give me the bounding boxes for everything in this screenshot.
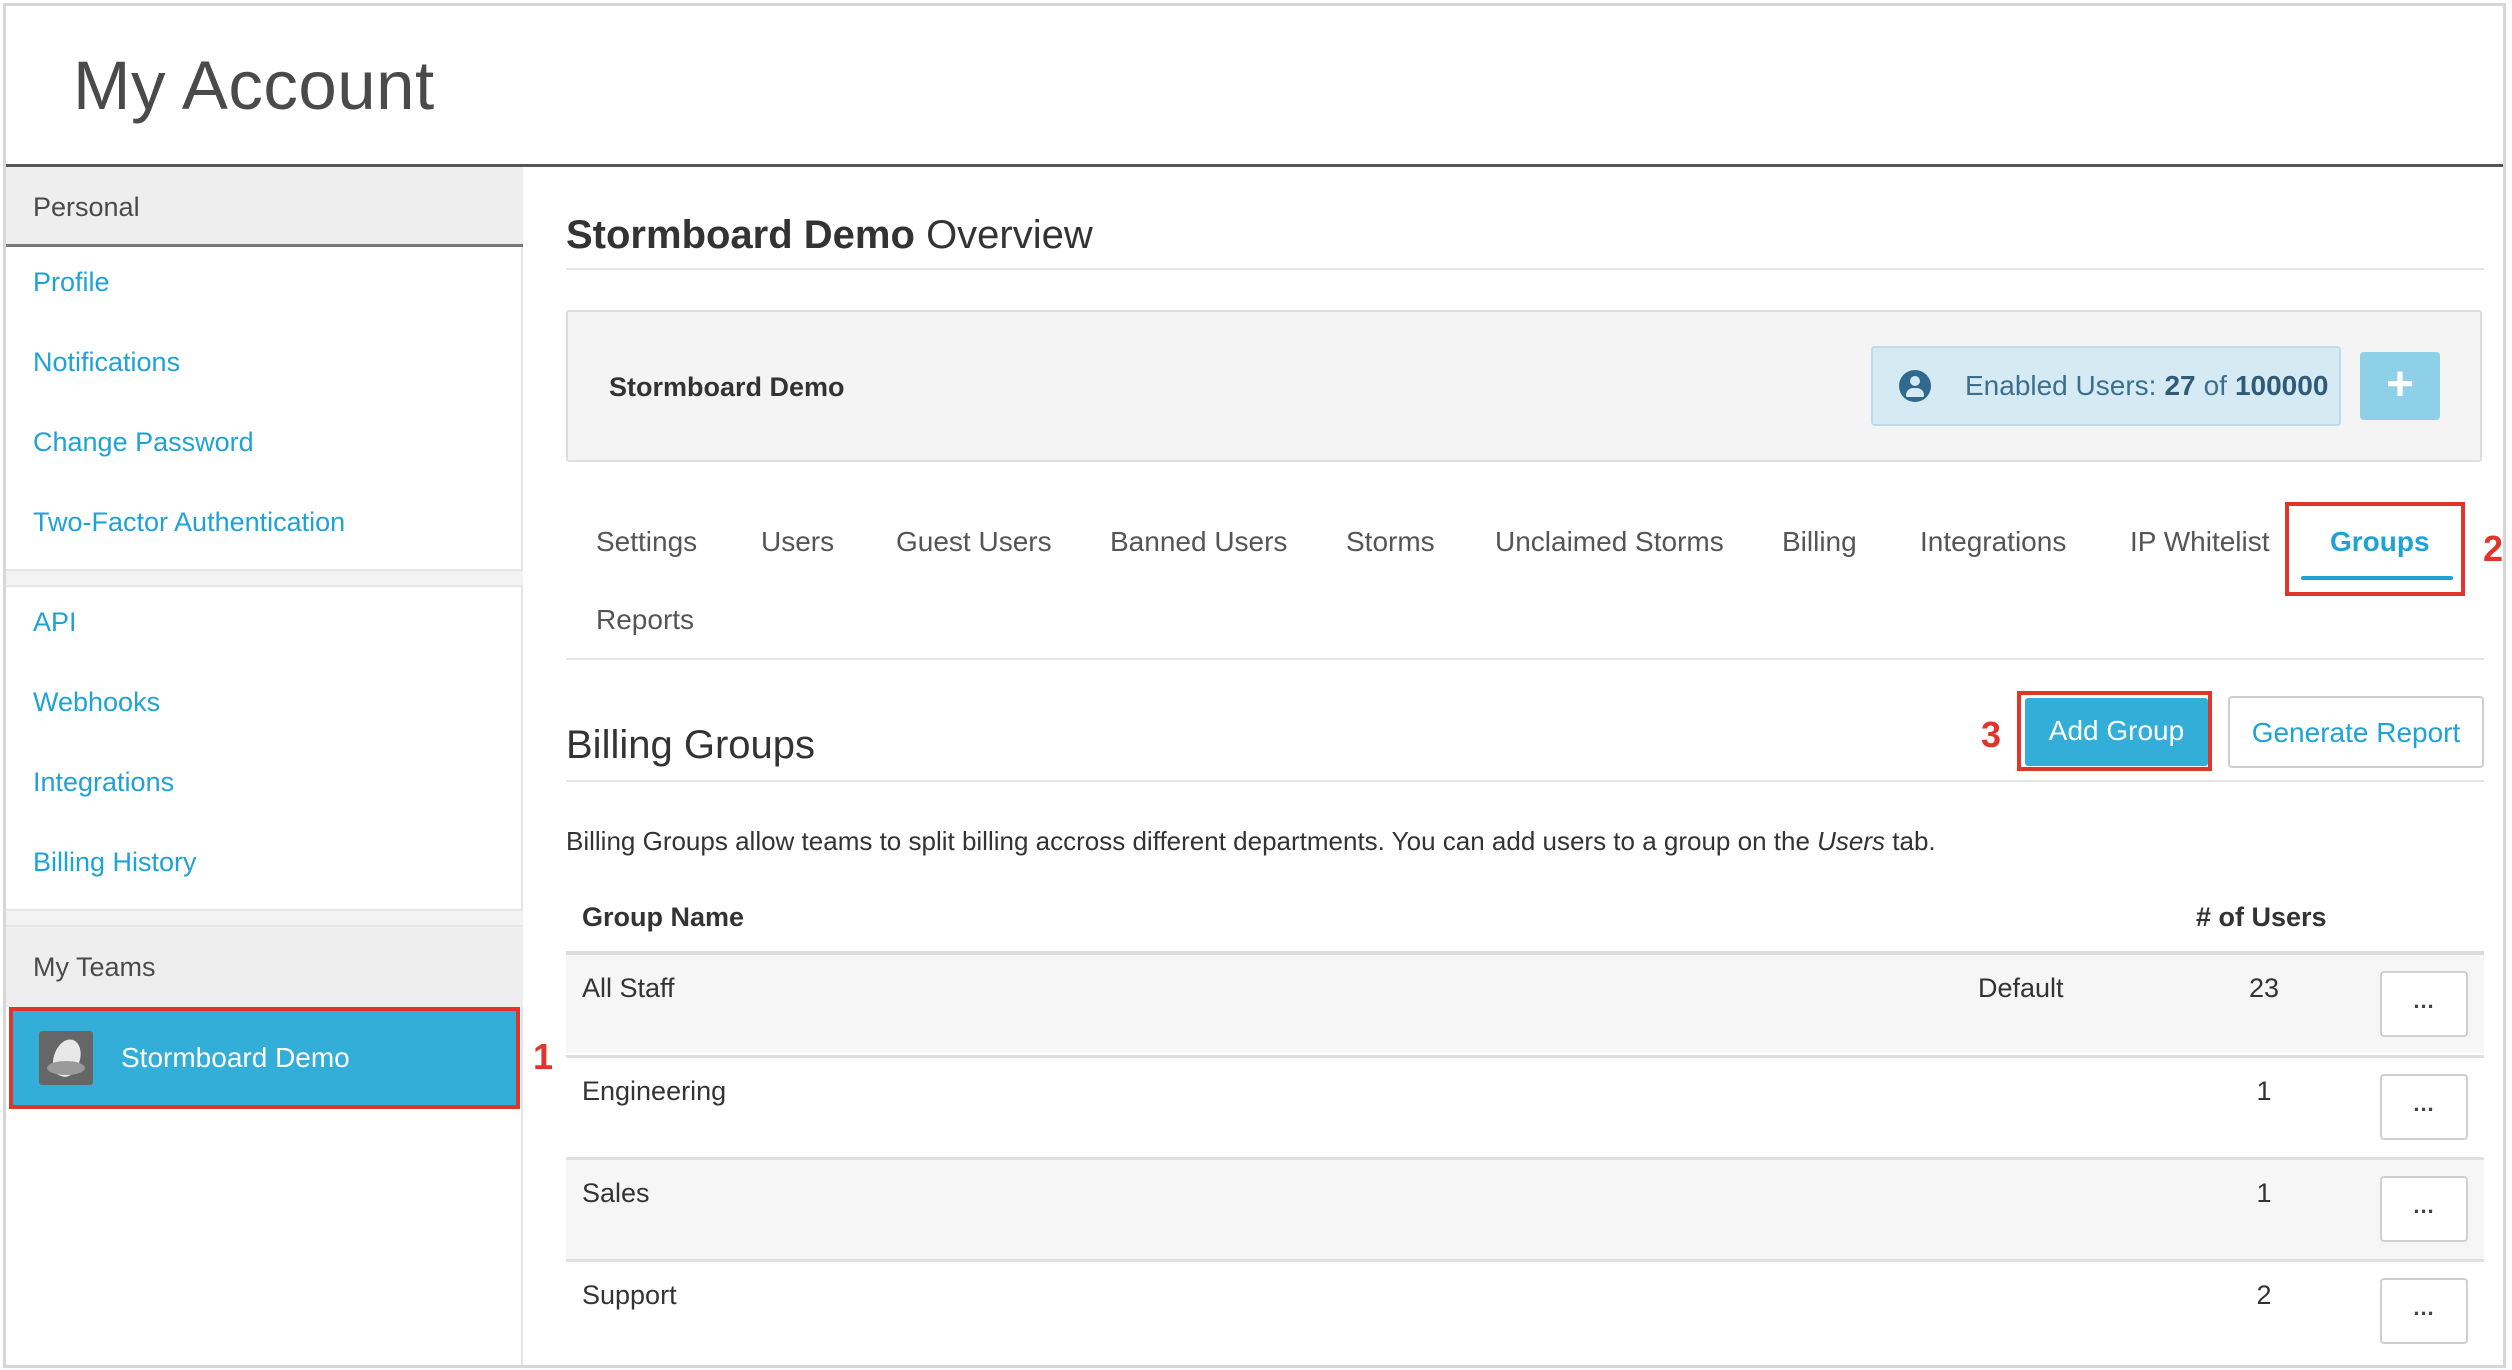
- enabled-users-of: of: [2203, 370, 2227, 401]
- row-actions-button[interactable]: ...: [2380, 971, 2468, 1037]
- tab-settings[interactable]: Settings: [596, 526, 697, 558]
- sidebar-item-integrations[interactable]: Integrations: [33, 767, 174, 798]
- sidebar-item-two-factor[interactable]: Two-Factor Authentication: [33, 507, 345, 538]
- sidebar-item-webhooks[interactable]: Webhooks: [33, 687, 160, 718]
- overview-title-suffix: Overview: [926, 213, 1093, 257]
- description-text-end: tab.: [1885, 826, 1936, 856]
- overview-title: Stormboard Demo Overview: [566, 213, 1093, 258]
- column-header-group-name: Group Name: [582, 902, 745, 932]
- enabled-users-count: 27: [2164, 370, 2196, 401]
- section-divider: [566, 780, 2484, 782]
- team-summary-panel: Stormboard Demo Enabled Users: 27 of 100…: [566, 310, 2482, 462]
- tab-billing[interactable]: Billing: [1782, 526, 1857, 558]
- user-count: 23: [2248, 973, 2280, 1003]
- tabs-divider: [566, 658, 2484, 660]
- table-row: Sales 1 ...: [566, 1157, 2484, 1259]
- user-circle-icon: [1899, 370, 1931, 402]
- table-row: Engineering 1 ...: [566, 1055, 2484, 1157]
- title-divider: [566, 268, 2484, 270]
- column-header-users: # of Users: [2196, 902, 2327, 932]
- tab-integrations[interactable]: Integrations: [1920, 526, 2066, 558]
- page-title: My Account: [73, 47, 435, 124]
- sidebar-section-personal: Personal: [6, 167, 523, 247]
- enabled-users-total: 100000: [2234, 370, 2329, 401]
- description-text: Billing Groups allow teams to split bill…: [566, 826, 1818, 856]
- tab-users[interactable]: Users: [761, 526, 834, 558]
- callout-1: 1: [533, 1036, 554, 1077]
- group-name: Engineering: [582, 1076, 727, 1106]
- table-row: All Staff Default 23 ...: [566, 951, 2484, 1053]
- group-name: Support: [582, 1280, 677, 1310]
- sidebar: Personal Profile Notifications Change Pa…: [6, 167, 523, 1365]
- row-actions-button[interactable]: ...: [2380, 1176, 2468, 1242]
- section-title: Billing Groups: [566, 723, 816, 767]
- row-actions-button[interactable]: ...: [2380, 1074, 2468, 1140]
- sidebar-item-billing-history[interactable]: Billing History: [33, 847, 197, 878]
- sidebar-item-change-password[interactable]: Change Password: [33, 427, 254, 458]
- tab-ip-whitelist[interactable]: IP Whitelist: [2130, 526, 2270, 558]
- user-count: 1: [2256, 1076, 2272, 1106]
- sidebar-item-api[interactable]: API: [33, 607, 77, 638]
- tab-unclaimed-storms[interactable]: Unclaimed Storms: [1495, 526, 1724, 558]
- group-name: All Staff: [582, 973, 675, 1003]
- enabled-users-badge: Enabled Users: 27 of 100000: [1871, 346, 2341, 426]
- app-window: My Account Personal Profile Notification…: [3, 3, 2506, 1368]
- callout-2: 2: [2483, 528, 2504, 569]
- user-count: 1: [2256, 1178, 2272, 1208]
- add-group-button[interactable]: Add Group: [2025, 698, 2208, 766]
- group-name: Sales: [582, 1178, 650, 1208]
- enabled-users-label: Enabled Users:: [1965, 370, 2157, 401]
- description-users-tab-ref: Users: [1817, 826, 1886, 856]
- tab-banned-users[interactable]: Banned Users: [1110, 526, 1287, 558]
- sidebar-item-notifications[interactable]: Notifications: [33, 347, 180, 378]
- sidebar-divider: [6, 909, 523, 927]
- team-name: Stormboard Demo: [121, 1042, 350, 1073]
- sidebar-divider: [6, 569, 523, 587]
- sidebar-item-profile[interactable]: Profile: [33, 267, 110, 298]
- generate-report-button[interactable]: Generate Report: [2228, 696, 2484, 768]
- tab-storms[interactable]: Storms: [1346, 526, 1435, 558]
- tab-reports[interactable]: Reports: [596, 604, 694, 636]
- highlight-box-groups-tab: [2285, 502, 2465, 596]
- user-count: 2: [2256, 1280, 2272, 1310]
- section-description: Billing Groups allow teams to split bill…: [566, 826, 1936, 857]
- table-row: Support 2 ...: [566, 1259, 2484, 1361]
- sidebar-section-my-teams: My Teams: [6, 927, 523, 1007]
- callout-3: 3: [1981, 714, 2002, 755]
- summary-team-name: Stormboard Demo: [609, 372, 845, 402]
- sidebar-item-team-stormboard-demo[interactable]: Stormboard Demo: [9, 1007, 520, 1109]
- row-actions-button[interactable]: ...: [2380, 1278, 2468, 1344]
- overview-team-name: Stormboard Demo: [566, 213, 915, 257]
- default-label: Default: [1978, 973, 2064, 1003]
- tab-guest-users[interactable]: Guest Users: [896, 526, 1052, 558]
- add-users-button[interactable]: +: [2360, 352, 2440, 420]
- team-avatar: [39, 1031, 93, 1085]
